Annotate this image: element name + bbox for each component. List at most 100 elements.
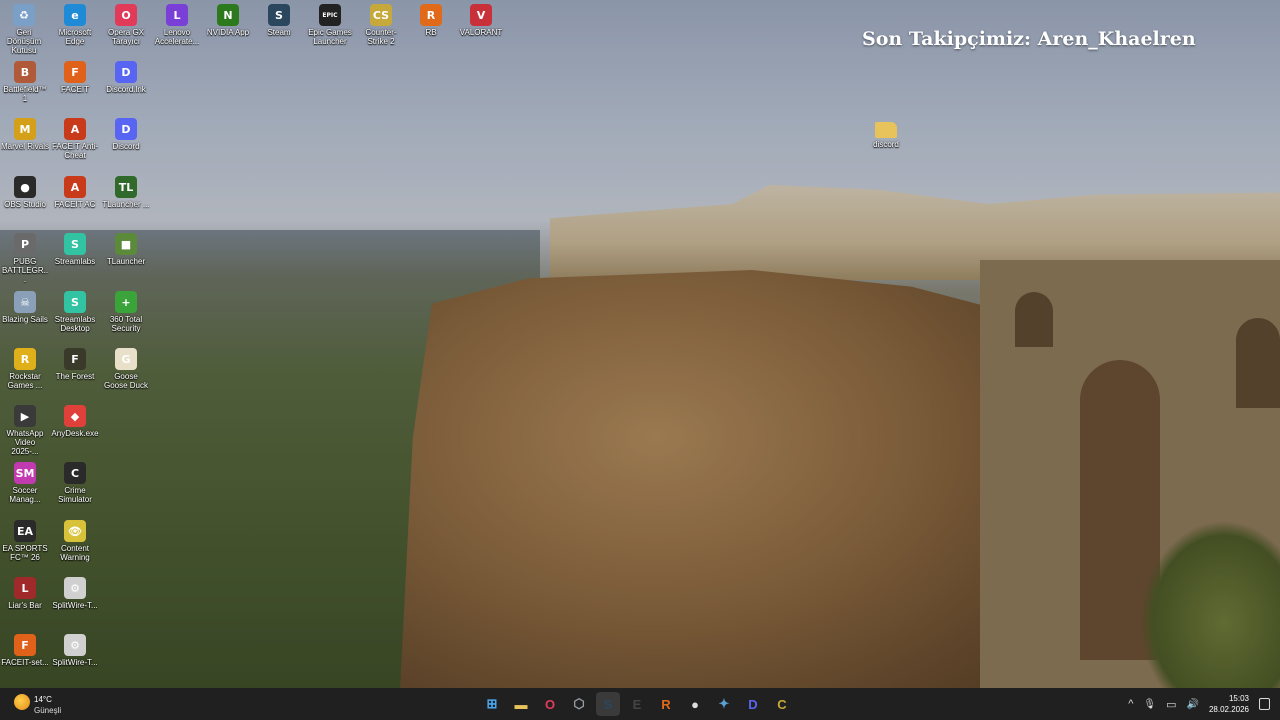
unknown-app-icon[interactable]: ⬡ [567,692,591,716]
weather-condition: Güneşli [34,706,62,715]
desktop-icon-label: Steam [267,28,291,37]
desktop-icon[interactable]: V VALORANT [457,4,505,37]
crime-simulator-icon: C [64,462,86,484]
desktop-icon[interactable]: D Discord [102,118,150,151]
clock-time: 15:03 [1228,694,1249,703]
desktop-icon[interactable]: ◆ AnyDesk.exe [51,405,99,438]
obs-icon: ● [14,176,36,198]
microphone-icon[interactable]: 🎙 [1143,699,1156,710]
desktop-icon-label: Soccer Manag... [9,486,41,504]
steam-icon: S [268,4,290,26]
network-icon[interactable]: ▭ [1166,698,1176,711]
desktop-icon[interactable]: SM Soccer Manag... [1,462,49,504]
weather-widget[interactable]: 14°C Güneşli [12,692,72,716]
desktop-icon[interactable]: N NVIDIA App [204,4,252,37]
edge-icon: e [64,4,86,26]
desktop-icon-label: EA SPORTS FC™ 26 [2,544,48,562]
desktop-icon[interactable]: ☠ Blazing Sails [1,291,49,324]
desktop-icon[interactable]: EA EA SPORTS FC™ 26 [1,520,49,562]
desktop-icon[interactable]: ▶ WhatsApp Video 2025-... [1,405,49,456]
desktop-icon[interactable]: CS Counter-Strike 2 [357,4,405,46]
desktop-icon[interactable]: L Lenovo Accelerate... [153,4,201,46]
desktop-icon-label: Liar's Bar [8,601,42,610]
cs2-taskbar-icon[interactable]: C [770,692,794,716]
desktop-icon[interactable]: R RB [407,4,455,37]
soccer-manager-icon: SM [14,462,36,484]
desktop-icon-label: Discord [112,142,140,151]
faceit-ac-icon: A [64,176,86,198]
clock-date: 28.02.2026 [1208,705,1249,714]
desktop-icon[interactable]: TL TLauncher ... [102,176,150,209]
desktop-icon-label: OBS Studio [4,200,46,209]
desktop-icon-label: Epic Games Launcher [308,28,352,46]
desktop-icon[interactable]: ⚙ SplitWire-T... [51,634,99,667]
system-tray: ^ 🎙 ▭ 🔊 15:03 28.02.2026 [1128,692,1270,716]
epic-games-icon: EPIC [319,4,341,26]
desktop-icon-label: Content Warning [60,544,90,562]
opera-gx-icon: O [115,4,137,26]
desktop-icon[interactable]: EPIC Epic Games Launcher [306,4,354,46]
desktop-icon[interactable]: P PUBG BATTLEGR... [1,233,49,284]
desktop-icon[interactable]: 👁 Content Warning [51,520,99,562]
desktop-icon[interactable]: F FACEIT [51,61,99,94]
desktop-icon[interactable]: ■ TLauncher [102,233,150,266]
rb-taskbar-icon[interactable]: R [654,692,678,716]
steam-taskbar-icon[interactable]: S [596,692,620,716]
start-button[interactable]: ⊞ [480,692,504,716]
opera-gx-taskbar-icon[interactable]: O [538,692,562,716]
faceit-icon: F [14,634,36,656]
desktop-icon[interactable]: R Rockstar Games ... [1,348,49,390]
tray-chevron-icon[interactable]: ^ [1128,698,1133,710]
desktop-icon-label: Marvel Rivals [1,142,49,151]
desktop-icon[interactable]: C Crime Simulator [51,462,99,504]
desktop-icon-label: WhatsApp Video 2025-... [6,429,44,456]
desktop-icon-label: RB [425,28,437,37]
volume-icon[interactable]: 🔊 [1187,699,1199,710]
desktop-icon-label: Geri Dönüşüm Kutusu [6,28,42,55]
desktop: Son Takipçimiz: Aren_Khaelren ♻ Geri Dönü… [0,0,1280,688]
desktop-icon[interactable]: ⚙ SplitWire-T... [51,577,99,610]
desktop-icon[interactable]: S Streamlabs [51,233,99,266]
notification-icon[interactable] [1259,698,1270,710]
network-app-icon[interactable]: ✦ [712,692,736,716]
discord-taskbar-icon[interactable]: D [741,692,765,716]
taskbar-apps: ⊞ ▬ O ⬡ S E R ● ✦ D C [480,692,794,716]
desktop-icon[interactable]: B Battlefield™ 1 [1,61,49,103]
desktop-icon-label: Discord.lnk [106,85,146,94]
desktop-icon-label: FACEIT AC [54,200,96,209]
desktop-icon[interactable]: A FACEIT Anti-Cheat [51,118,99,160]
desktop-icon-label: SplitWire-T... [52,658,98,667]
faceit-icon: F [64,61,86,83]
splitwire-icon: ⚙ [64,577,86,599]
desktop-icon-label: PUBG BATTLEGR... [1,257,49,284]
file-explorer-icon[interactable]: ▬ [509,692,533,716]
desktop-icon[interactable]: A FACEIT AC [51,176,99,209]
desktop-icon[interactable]: D Discord.lnk [102,61,150,94]
the-forest-icon: F [64,348,86,370]
clock[interactable]: 15:03 28.02.2026 [1209,693,1249,715]
ea-fc-icon: EA [14,520,36,542]
desktop-icon[interactable]: ● OBS Studio [1,176,49,209]
desktop-icon-label: Crime Simulator [58,486,92,504]
desktop-icon[interactable]: S Streamlabs Desktop [51,291,99,333]
desktop-icon[interactable]: e Microsoft Edge [51,4,99,46]
desktop-icon[interactable]: ♻ Geri Dönüşüm Kutusu [0,4,48,55]
desktop-icon-label: The Forest [55,372,95,381]
goose-goose-duck-icon: G [115,348,137,370]
tlauncher-icon: TL [115,176,137,198]
desktop-icon[interactable]: +360 Total Security [102,291,150,333]
desktop-icon[interactable]: O Opera GX Tarayıcı [102,4,150,46]
desktop-icon-label: Counter-Strike 2 [365,28,397,46]
obs-taskbar-icon[interactable]: ● [683,692,707,716]
desktop-icon[interactable]: F The Forest [51,348,99,381]
desktop-icon[interactable]: F FACEIT-set... [1,634,49,667]
desktop-icon[interactable]: M Marvel Rivals [1,118,49,151]
epic-taskbar-icon[interactable]: E [625,692,649,716]
desktop-icon-label: NVIDIA App [206,28,250,37]
desktop-icon[interactable]: discord [862,118,910,149]
desktop-icon[interactable]: G Goose Goose Duck [102,348,150,390]
desktop-icon-label: SplitWire-T... [52,601,98,610]
desktop-icon[interactable]: S Steam [255,4,303,37]
desktop-icon[interactable]: L Liar's Bar [1,577,49,610]
cs2-icon: CS [370,4,392,26]
